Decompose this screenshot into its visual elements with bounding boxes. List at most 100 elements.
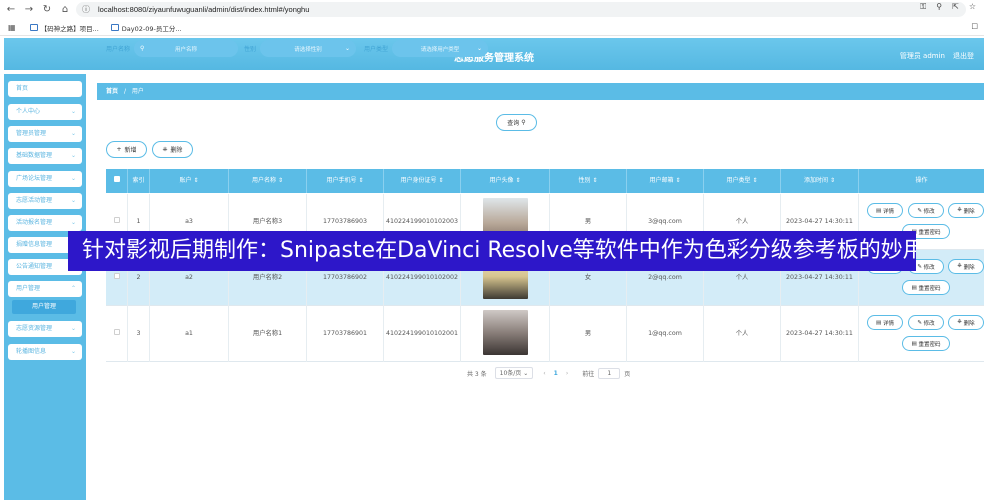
apps-grid-icon[interactable]: ▦ — [8, 23, 16, 32]
page-size-select[interactable]: 10条/页 ⌄ — [494, 367, 534, 379]
sidebar-item-activity[interactable]: 志愿活动管理 ⌄ — [8, 193, 82, 209]
breadcrumb-home[interactable]: 首页 — [106, 88, 118, 95]
prev-page-icon[interactable]: ‹ — [543, 370, 545, 377]
col-phone[interactable]: 用户手机号 ⇕ — [307, 169, 384, 193]
doc-icon: ▤ — [876, 319, 882, 326]
sidebar-item-label: 活动报名管理 — [16, 219, 53, 226]
sidebar-subitem-user-manage[interactable]: 用户管理 — [12, 300, 76, 314]
sidebar-item-profile[interactable]: 个人中心 ⌄ — [8, 104, 82, 120]
all-bookmarks-icon[interactable]: □ — [971, 22, 978, 30]
name-search-input[interactable]: ⚲ 用户名称 — [134, 40, 239, 57]
select-all-checkbox[interactable] — [106, 169, 128, 193]
bookmark-item[interactable]: 【码神之路】项目... — [29, 23, 99, 33]
forward-icon[interactable]: → — [22, 3, 36, 17]
sidebar-item-label: 个人中心 — [16, 108, 41, 115]
address-bar[interactable]: ⓘ localhost:8080/ziyaunfuwuguanli/admin/… — [76, 2, 966, 17]
sidebar-item-label: 轮播图信息 — [16, 348, 47, 355]
delete-label: 删除 — [963, 208, 975, 215]
logout-link[interactable]: 退出登 — [953, 51, 974, 61]
delete-button-label: 删除 — [170, 147, 183, 154]
sidebar-item-home[interactable]: 首页 — [8, 81, 82, 97]
key-icon[interactable]: ⚿ — [920, 2, 926, 12]
reset-password-button[interactable]: ▤ 重置密码 — [902, 280, 950, 295]
edit-button[interactable]: ✎ 修改 — [908, 203, 944, 218]
chevron-down-icon: ⌄ — [70, 348, 76, 355]
star-icon[interactable]: ☆ — [969, 2, 976, 12]
type-select[interactable]: 请选择用户类型 ⌄ — [392, 40, 489, 57]
table-row: 3 a1 用户名称1 17703786901 41022419901010200… — [106, 306, 984, 362]
cell-avatar — [461, 306, 550, 362]
delete-label: 删除 — [963, 320, 975, 327]
filter-gender: 性别 请选择性别 ⌄ — [244, 40, 357, 57]
sidebar-item-basedata[interactable]: 基础数据管理 ⌄ — [8, 148, 82, 164]
col-account[interactable]: 账户 ⇕ — [150, 169, 229, 193]
goto-label: 前往 — [582, 370, 595, 378]
sidebar-item-carousel[interactable]: 轮播图信息 ⌄ — [8, 344, 82, 360]
col-index: 索引 — [128, 169, 150, 193]
search-button[interactable]: 查询 ⚲ — [496, 114, 537, 131]
url-text[interactable]: localhost:8080/ziyaunfuwuguanli/admin/di… — [98, 5, 309, 14]
sidebar: 首页 个人中心 ⌄ 管理员管理 ⌄ 基础数据管理 ⌄ 广场论坛管理 ⌄ 志愿活动管理 ⌄ … — [4, 74, 86, 500]
row-delete-button[interactable]: ⎈ 删除 — [948, 259, 984, 274]
share-icon[interactable]: ⇱ — [952, 2, 959, 12]
back-icon[interactable]: ← — [4, 3, 18, 17]
site-info-icon[interactable]: ⓘ — [82, 4, 92, 15]
reload-icon[interactable]: ↻ — [40, 3, 54, 17]
sidebar-item-label: 管理员管理 — [16, 130, 47, 137]
col-type[interactable]: 用户类型 ⇕ — [704, 169, 781, 193]
add-button[interactable]: + 新增 — [106, 141, 147, 158]
trash-icon: ⎈ — [957, 319, 962, 325]
breadcrumb-current: 用户 — [131, 88, 144, 95]
col-idcard[interactable]: 用户身份证号 ⇕ — [384, 169, 461, 193]
detail-button[interactable]: ▤ 详情 — [867, 315, 903, 330]
col-email[interactable]: 用户邮箱 ⇕ — [627, 169, 704, 193]
search-icon: ⚲ — [140, 45, 145, 52]
chevron-down-icon: ⌄ — [70, 130, 76, 137]
row-delete-button[interactable]: ⎈ 删除 — [948, 315, 984, 330]
chevron-down-icon: ⌄ — [70, 325, 76, 332]
col-label: 账户 — [179, 177, 192, 184]
col-label: 用户类型 — [726, 177, 751, 184]
cell-email: 1@qq.com — [627, 306, 704, 362]
folder-icon — [110, 24, 119, 31]
bookmark-item[interactable]: Day02-09-员工分... — [110, 23, 182, 33]
edit-button[interactable]: ✎ 修改 — [908, 315, 944, 330]
home-icon[interactable]: ⌂ — [58, 3, 72, 17]
delete-button[interactable]: ⎈ 删除 — [152, 141, 193, 158]
page-number[interactable]: 1 — [554, 370, 558, 377]
add-button-label: 新增 — [124, 147, 137, 154]
sidebar-item-forum[interactable]: 广场论坛管理 ⌄ — [8, 171, 82, 187]
cell-ops: ▤ 详情 ✎ 修改 ⎈ 删除 ▤ 重置密码 — [859, 306, 984, 362]
cell-phone: 17703786901 — [307, 306, 384, 362]
next-page-icon[interactable]: › — [566, 370, 568, 377]
sidebar-item-resource[interactable]: 志愿资源管理 ⌄ — [8, 321, 82, 337]
reset-password-button[interactable]: ▤ 重置密码 — [902, 336, 950, 351]
breadcrumb-separator: / — [123, 88, 126, 95]
cell-gender: 男 — [550, 306, 627, 362]
trash-icon: ⎈ — [957, 207, 962, 213]
breadcrumb: 首页 / 用户 — [97, 83, 984, 100]
chevron-down-icon: ⌄ — [70, 219, 76, 226]
row-delete-button[interactable]: ⎈ 删除 — [948, 203, 984, 218]
sidebar-item-signup[interactable]: 活动报名管理 ⌄ — [8, 215, 82, 231]
total-count: 共 3 条 — [467, 370, 487, 378]
col-time[interactable]: 添加时间 ⇕ — [781, 169, 859, 193]
edit-icon: ✎ — [917, 319, 922, 326]
sidebar-item-user[interactable]: 用户管理 ⌃ — [8, 281, 82, 297]
edit-label: 修改 — [923, 320, 935, 327]
avatar[interactable] — [483, 310, 528, 355]
plus-icon: + — [116, 146, 122, 153]
col-gender[interactable]: 性别 ⇕ — [550, 169, 627, 193]
zoom-icon[interactable]: ⚲ — [936, 2, 942, 12]
goto-input[interactable]: 1 — [598, 367, 621, 379]
doc-icon: ▤ — [876, 207, 882, 214]
detail-label: 详情 — [882, 208, 894, 215]
doc-icon: ▤ — [911, 284, 917, 291]
cell-account: a1 — [150, 306, 229, 362]
col-name[interactable]: 用户名称 ⇕ — [229, 169, 307, 193]
col-avatar[interactable]: 用户头像 ⇕ — [461, 169, 550, 193]
row-checkbox[interactable] — [106, 306, 128, 362]
sidebar-item-admin[interactable]: 管理员管理 ⌄ — [8, 126, 82, 142]
gender-select[interactable]: 请选择性别 ⌄ — [260, 40, 357, 57]
detail-button[interactable]: ▤ 详情 — [867, 203, 903, 218]
